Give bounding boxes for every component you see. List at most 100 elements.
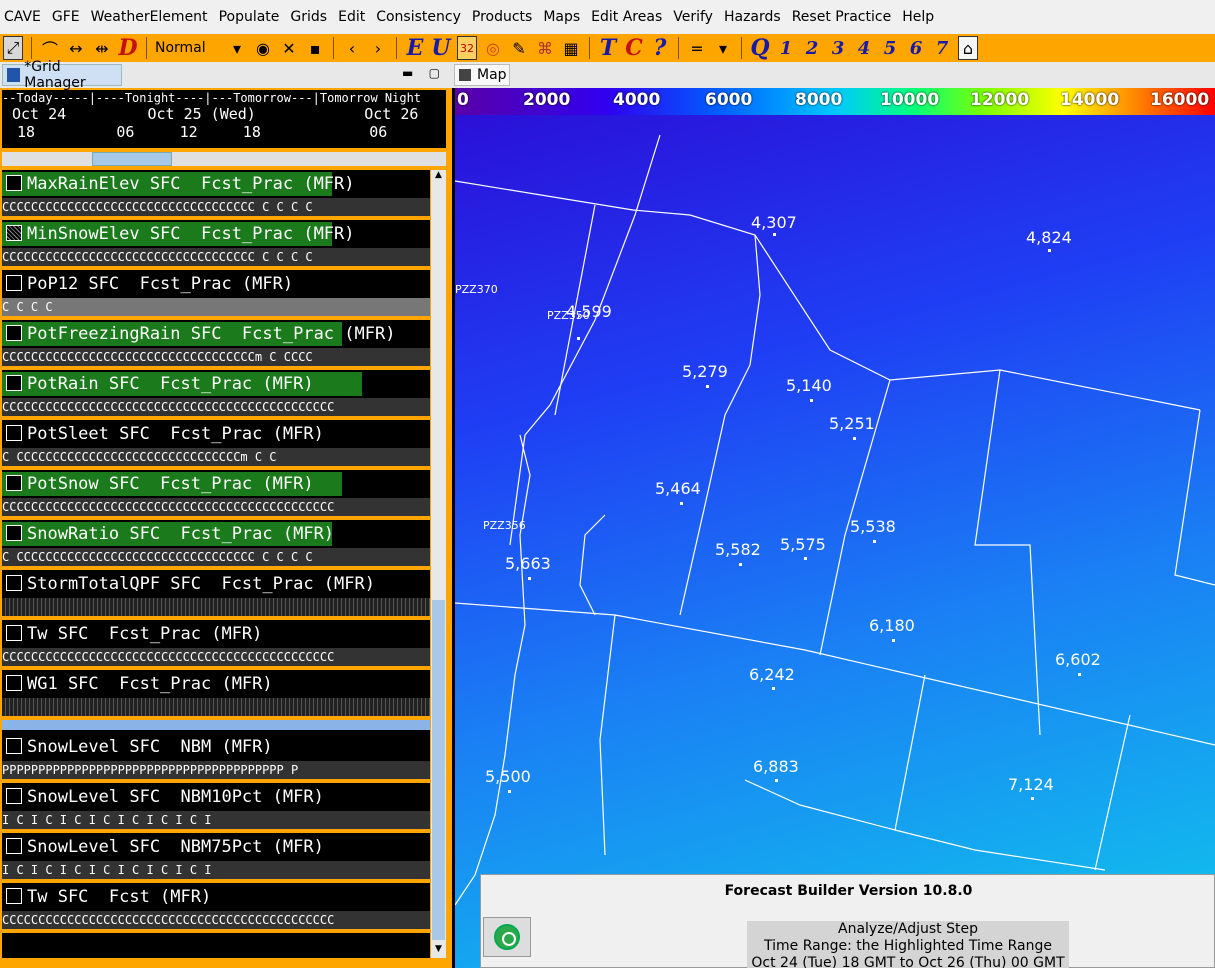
grid-timeline[interactable]: C CCCCCCCCCCCCCCCCCCCCCCCCCCCCCCCm C C (2, 448, 430, 466)
save-icon[interactable]: ▪ (305, 36, 325, 60)
arrows-in-icon[interactable]: ⇹ (92, 36, 112, 60)
elevation-label: 6,242 (749, 665, 795, 684)
menu-item-populate[interactable]: Populate (219, 9, 287, 25)
elevation-label: 6,883 (753, 757, 799, 776)
grid-timeline[interactable] (2, 598, 430, 616)
grid-timeline[interactable] (2, 698, 430, 716)
c-tool-button[interactable]: C (624, 35, 644, 61)
menu-item-grids[interactable]: Grids (290, 9, 334, 25)
num-2-button[interactable]: 2 (802, 36, 822, 60)
grid-timeline[interactable]: C C C C (2, 298, 430, 316)
time-slider[interactable] (2, 152, 446, 166)
eye-icon[interactable]: ◉ (253, 36, 273, 60)
grid-row[interactable]: MinSnowElev SFC Fcst_Prac (MFR) CCCCCCCCC… (2, 220, 430, 270)
step-info: Analyze/Adjust Step Time Range: the High… (747, 921, 1069, 968)
menu-item-hazards[interactable]: Hazards (724, 9, 788, 25)
grid-row[interactable]: PotRain SFC Fcst_Prac (MFR) CCCCCCCCCCCCC… (2, 370, 430, 420)
color-bar-label: 2000 (523, 90, 571, 110)
grid-timeline[interactable]: I C I C I C I C I C I C I C I (2, 811, 430, 829)
help-button[interactable]: ? (650, 35, 670, 61)
menu-item-reset-practice[interactable]: Reset Practice (792, 9, 898, 25)
grid-timeline[interactable]: PPPPPPPPPPPPPPPPPPPPPPPPPPPPPPPPPPPPPPP … (2, 761, 430, 779)
grid-manager-tab[interactable]: *Grid Manager (2, 59, 122, 91)
num-7-button[interactable]: 7 (932, 36, 952, 60)
chevron-down-icon[interactable]: ▾ (713, 36, 733, 60)
grid-list: MaxRainElev SFC Fcst_Prac (MFR) CCCCCCCCC… (2, 170, 430, 958)
grid-timeline[interactable]: CCCCCCCCCCCCCCCCCCCCCCCCCCCCCCCCCCCCCCCC… (2, 398, 430, 416)
mode-select[interactable]: Normal (155, 36, 221, 60)
time-scale[interactable]: --Today-----|----Tonight----|---Tomorrow… (2, 90, 446, 148)
menu-item-cave[interactable]: CAVE (4, 9, 48, 25)
t-tool-button[interactable]: T (598, 35, 618, 61)
num-1-button[interactable]: 1 (776, 36, 796, 60)
grid-timeline[interactable]: CCCCCCCCCCCCCCCCCCCCCCCCCCCCCCCCCCCm C C… (2, 348, 430, 366)
grid-row[interactable]: SnowLevel SFC NBM (MFR) PPPPPPPPPPPPPPPPP… (2, 733, 430, 783)
brush-icon[interactable]: ▦ (561, 36, 581, 60)
grid-timeline[interactable]: CCCCCCCCCCCCCCCCCCCCCCCCCCCCCCCCCCCCCCCC… (2, 648, 430, 666)
arrows-horizontal-icon[interactable]: ↔ (66, 36, 86, 60)
menu-item-help[interactable]: Help (902, 9, 941, 25)
num-5-button[interactable]: 5 (880, 36, 900, 60)
grid-row[interactable]: MaxRainElev SFC Fcst_Prac (MFR) CCCCCCCCC… (2, 170, 430, 220)
grid-list-scrollbar[interactable]: ▲ ▼ (431, 170, 446, 958)
grid-row[interactable]: PotSnow SFC Fcst_Prac (MFR) CCCCCCCCCCCCC… (2, 470, 430, 520)
grid-timeline[interactable]: C CCCCCCCCCCCCCCCCCCCCCCCCCCCCCCCCC C C … (2, 548, 430, 566)
equals-button[interactable]: = (687, 36, 707, 60)
menu-item-verify[interactable]: Verify (673, 9, 720, 25)
menu-item-edit-areas[interactable]: Edit Areas (591, 9, 669, 25)
grid-row[interactable]: SnowLevel SFC NBM10Pct (MFR) I C I C I C… (2, 783, 430, 833)
map-view[interactable]: 4,307 4,824 4,599 5,279 5,140 5,251 5,464 5,538… (455, 115, 1215, 968)
q-tool-button[interactable]: Q (750, 35, 770, 61)
grid-row[interactable]: Tw SFC Fcst_Prac (MFR) CCCCCCCCCCCCCCCCCC… (2, 620, 430, 670)
calendar-badge[interactable]: 32 (457, 36, 477, 60)
grid-row[interactable]: PotFreezingRain SFC Fcst_Prac (MFR) CCCCC… (2, 320, 430, 370)
scroll-thumb[interactable] (432, 600, 445, 940)
grid-title: SnowLevel SFC NBM (MFR) (27, 737, 273, 757)
grid-timeline[interactable]: CCCCCCCCCCCCCCCCCCCCCCCCCCCCCCCCCCCCCCCC… (2, 911, 430, 929)
num-3-button[interactable]: 3 (828, 36, 848, 60)
map-tab-label: Map (477, 67, 507, 83)
num-4-button[interactable]: 4 (854, 36, 874, 60)
elevation-label: 7,124 (1008, 775, 1054, 794)
grid-lasso-icon[interactable]: ⌘ (535, 36, 555, 60)
grid-row[interactable]: Tw SFC Fcst (MFR) CCCCCCCCCCCCCCCCCCCCCCC… (2, 883, 430, 933)
chevron-down-icon[interactable]: ▾ (227, 36, 247, 60)
pencil-icon[interactable]: ✎ (509, 36, 529, 60)
menu-item-products[interactable]: Products (472, 9, 539, 25)
scroll-down-icon[interactable]: ▼ (431, 944, 446, 958)
menu-item-consistency[interactable]: Consistency (376, 9, 468, 25)
curve-icon[interactable]: ⌒ (40, 36, 60, 60)
edit-u-button[interactable]: U (431, 35, 451, 61)
clock-button[interactable] (483, 917, 531, 957)
menu-item-maps[interactable]: Maps (543, 9, 587, 25)
home-icon[interactable]: ⌂ (958, 36, 978, 60)
minimize-icon[interactable]: ▬ (402, 66, 413, 80)
num-6-button[interactable]: 6 (906, 36, 926, 60)
time-slider-thumb[interactable] (92, 152, 172, 166)
grid-row[interactable]: SnowRatio SFC Fcst_Prac (MFR) C CCCCCCCCC… (2, 520, 430, 570)
grid-timeline[interactable]: CCCCCCCCCCCCCCCCCCCCCCCCCCCCCCCCCCCCCCCC… (2, 498, 430, 516)
fullscreen-icon[interactable]: ⤢ (3, 36, 23, 60)
next-icon[interactable]: › (368, 36, 388, 60)
edit-e-button[interactable]: E (405, 35, 425, 61)
grid-row[interactable]: SnowLevel SFC NBM75Pct (MFR) I C I C I C… (2, 833, 430, 883)
grid-timeline[interactable]: CCCCCCCCCCCCCCCCCCCCCCCCCCCCCCCCCCC C C … (2, 198, 430, 216)
map-tab[interactable]: Map (454, 64, 510, 86)
d-tool-button[interactable]: D (118, 35, 138, 61)
toolbar-separator (146, 37, 147, 59)
elevation-label: 5,279 (682, 362, 728, 381)
maximize-icon[interactable]: ▢ (429, 66, 440, 80)
grid-row[interactable]: PoP12 SFC Fcst_Prac (MFR) C C C C (2, 270, 430, 320)
scroll-up-icon[interactable]: ▲ (431, 170, 446, 184)
grid-row[interactable]: PotSleet SFC Fcst_Prac (MFR) C CCCCCCCCCC… (2, 420, 430, 470)
menu-item-weatherelement[interactable]: WeatherElement (91, 9, 215, 25)
menu-item-gfe[interactable]: GFE (52, 9, 87, 25)
grid-timeline[interactable]: CCCCCCCCCCCCCCCCCCCCCCCCCCCCCCCCCCC C C … (2, 248, 430, 266)
grid-timeline[interactable]: I C I C I C I C I C I C I C I (2, 861, 430, 879)
previous-icon[interactable]: ‹ (342, 36, 362, 60)
crosshair-icon[interactable]: ✕ (279, 36, 299, 60)
grid-row[interactable]: WG1 SFC Fcst_Prac (MFR) (2, 670, 430, 720)
target-icon[interactable]: ◎ (483, 36, 503, 60)
grid-row[interactable]: StormTotalQPF SFC Fcst_Prac (MFR) (2, 570, 430, 620)
menu-item-edit[interactable]: Edit (338, 9, 372, 25)
